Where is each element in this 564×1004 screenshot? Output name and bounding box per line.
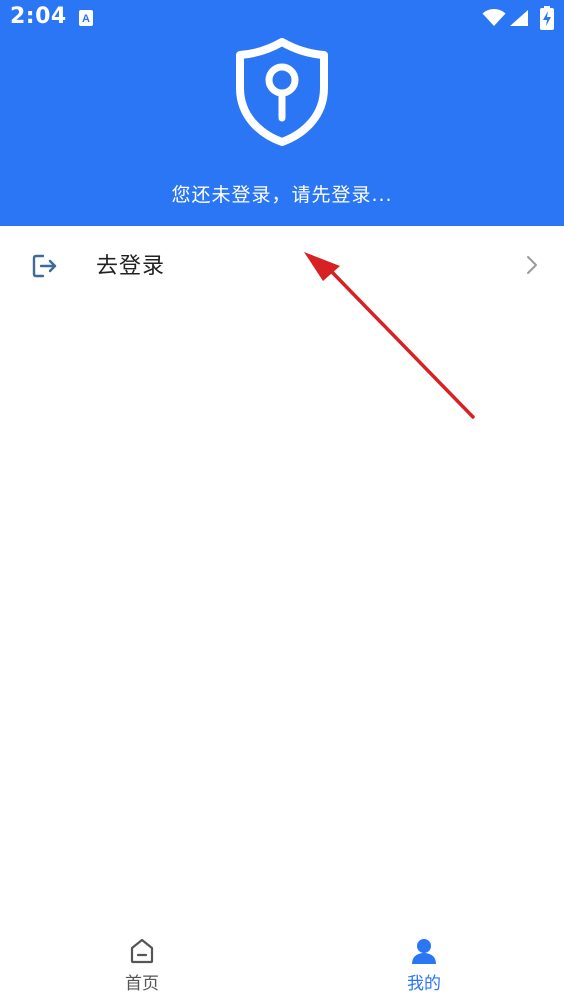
go-login-label: 去登录: [96, 254, 166, 279]
nav-item-home[interactable]: 首页: [72, 925, 212, 1004]
cell-signal-icon: [510, 10, 528, 26]
nav-item-mine[interactable]: 我的: [354, 925, 494, 1004]
wifi-icon: [482, 9, 506, 26]
annotation-arrow: [304, 252, 475, 419]
nav-label-home: 首页: [125, 974, 159, 994]
login-icon: [32, 254, 57, 278]
status-bar: 2:04 A: [0, 0, 564, 40]
nav-label-mine: 我的: [407, 974, 441, 994]
bottom-nav: 首页 我的: [0, 925, 564, 1004]
mine-screen: 2:04 A 您还未登录，请先登录... 去登录 首页 我的: [0, 0, 564, 1004]
home-icon: [130, 938, 154, 964]
header-banner: 2:04 A 您还未登录，请先登录...: [0, 0, 564, 226]
shield-keyhole-icon: [236, 38, 328, 146]
battery-charging-icon: [540, 6, 554, 30]
chevron-right-icon: [527, 256, 537, 274]
login-prompt-text: 您还未登录，请先登录...: [171, 184, 393, 206]
svg-text:A: A: [82, 13, 90, 25]
font-a-icon: A: [79, 10, 93, 26]
user-icon: [412, 939, 436, 964]
status-time: 2:04: [10, 4, 67, 29]
